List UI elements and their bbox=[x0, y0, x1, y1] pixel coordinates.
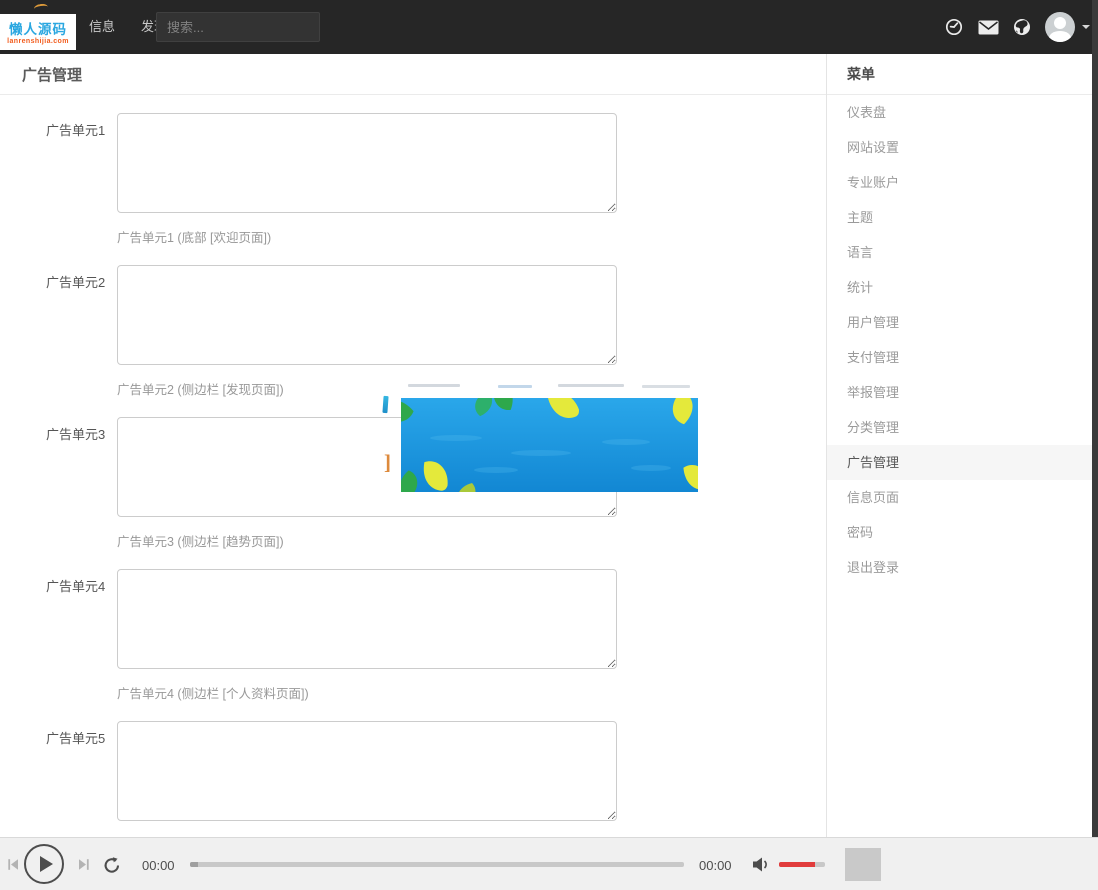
previous-track-icon[interactable] bbox=[7, 858, 20, 876]
volume-fill bbox=[779, 862, 815, 867]
progress-bar[interactable] bbox=[190, 862, 684, 867]
site-logo[interactable]: 懒人源码 lanrenshijia.com bbox=[0, 14, 76, 50]
progress-played bbox=[190, 862, 198, 867]
sidebar-item[interactable]: 仪表盘 bbox=[827, 95, 1092, 130]
sidebar-item[interactable]: 广告管理 bbox=[827, 445, 1092, 480]
sidebar-items: 仪表盘 网站设置 专业账户 主题 语言 统计 用户管理 支付管理 举报管理 分类… bbox=[827, 95, 1092, 585]
field-label: 广告单元1 bbox=[46, 113, 110, 246]
sidebar-item-label: 信息页面 bbox=[847, 490, 899, 505]
sidebar-item-label: 密码 bbox=[847, 525, 873, 540]
sidebar-item-label: 支付管理 bbox=[847, 350, 899, 365]
play-button[interactable] bbox=[24, 844, 64, 884]
sidebar-item[interactable]: 语言 bbox=[827, 235, 1092, 270]
sidebar-item-label: 主题 bbox=[847, 210, 873, 225]
album-art-placeholder bbox=[845, 848, 881, 881]
field-hint: 广告单元3 (侧边栏 [趋势页面]) bbox=[117, 531, 617, 550]
sidebar-item[interactable]: 用户管理 bbox=[827, 305, 1092, 340]
page-title-bar: 广告管理 bbox=[0, 54, 826, 95]
caret-down-icon[interactable] bbox=[1082, 25, 1090, 33]
volume-bar[interactable] bbox=[779, 862, 825, 867]
audio-player: 00:00 00:00 bbox=[0, 837, 1098, 890]
globe-icon[interactable] bbox=[1005, 0, 1039, 54]
sidebar-item-label: 举报管理 bbox=[847, 385, 899, 400]
volume-icon[interactable] bbox=[752, 857, 771, 877]
field-label: 广告单元5 bbox=[46, 721, 110, 854]
logo-swirl-icon bbox=[34, 3, 49, 13]
avatar[interactable] bbox=[1045, 12, 1075, 42]
sidebar-item-label: 网站设置 bbox=[847, 140, 899, 155]
clock-icon[interactable] bbox=[937, 0, 971, 54]
logo-subtitle: lanrenshijia.com bbox=[0, 38, 76, 45]
sidebar-item[interactable]: 密码 bbox=[827, 515, 1092, 550]
sidebar-item-label: 用户管理 bbox=[847, 315, 899, 330]
sidebar-item[interactable]: 专业账户 bbox=[827, 165, 1092, 200]
avatar-head bbox=[1054, 17, 1066, 29]
field-label: 广告单元3 bbox=[46, 417, 110, 550]
sidebar-item[interactable]: 统计 bbox=[827, 270, 1092, 305]
form-field: 广告单元4 广告单元4 (侧边栏 [个人资料页面]) bbox=[46, 569, 826, 702]
sidebar-item[interactable]: 分类管理 bbox=[827, 410, 1092, 445]
sidebar-item-label: 仪表盘 bbox=[847, 105, 886, 120]
ad-unit-textarea-5[interactable] bbox=[117, 721, 617, 821]
form-field: 广告单元2 广告单元2 (侧边栏 [发现页面]) bbox=[46, 265, 826, 398]
sidebar-item[interactable]: 举报管理 bbox=[827, 375, 1092, 410]
ad-banner-image[interactable] bbox=[401, 398, 698, 492]
topbar-actions bbox=[937, 0, 1092, 54]
avatar-body bbox=[1049, 31, 1071, 42]
duration-time: 00:00 bbox=[699, 858, 732, 873]
page-title: 广告管理 bbox=[22, 64, 82, 85]
sidebar-item[interactable]: 主题 bbox=[827, 200, 1092, 235]
sidebar-menu: 菜单 仪表盘 网站设置 专业账户 主题 语言 统计 用户管理 支付管理 举报管理… bbox=[826, 54, 1092, 837]
ad-unit-textarea-1[interactable] bbox=[117, 113, 617, 213]
repeat-icon[interactable] bbox=[102, 855, 122, 880]
search-input[interactable] bbox=[156, 12, 320, 42]
search-box bbox=[156, 12, 320, 42]
form-field: 广告单元5 广告单元5 (侧边栏 [音频 & 播放列表页面]) bbox=[46, 721, 826, 854]
form-field: 广告单元1 广告单元1 (底部 [欢迎页面]) bbox=[46, 113, 826, 246]
play-icon bbox=[40, 856, 53, 872]
field-control: 广告单元4 (侧边栏 [个人资料页面]) bbox=[117, 569, 617, 702]
field-hint: 广告单元4 (侧边栏 [个人资料页面]) bbox=[117, 683, 617, 702]
sidebar-item[interactable]: 信息页面 bbox=[827, 480, 1092, 515]
current-time: 00:00 bbox=[142, 858, 175, 873]
field-control: 广告单元5 (侧边栏 [音频 & 播放列表页面]) bbox=[117, 721, 617, 854]
field-label: 广告单元2 bbox=[46, 265, 110, 398]
sidebar-item[interactable]: 支付管理 bbox=[827, 340, 1092, 375]
sidebar-item[interactable]: 网站设置 bbox=[827, 130, 1092, 165]
topbar: 懒人源码 lanrenshijia.com 信息 发现 bbox=[0, 0, 1098, 54]
mail-icon[interactable] bbox=[971, 0, 1005, 54]
sidebar-item-label: 语言 bbox=[847, 245, 873, 260]
sidebar-item-label: 退出登录 bbox=[847, 560, 899, 575]
field-control: 广告单元2 (侧边栏 [发现页面]) bbox=[117, 265, 617, 398]
sidebar-item-label: 专业账户 bbox=[847, 175, 899, 190]
ad-unit-textarea-4[interactable] bbox=[117, 569, 617, 669]
top-nav-item[interactable]: 信息 bbox=[76, 0, 128, 54]
field-hint: 广告单元1 (底部 [欢迎页面]) bbox=[117, 227, 617, 246]
sidebar-item-label: 广告管理 bbox=[847, 455, 899, 470]
sidebar-title: 菜单 bbox=[827, 54, 1092, 95]
ad-unit-textarea-2[interactable] bbox=[117, 265, 617, 365]
sidebar-item[interactable]: 退出登录 bbox=[827, 550, 1092, 585]
scrollbar-track[interactable] bbox=[1092, 0, 1098, 837]
logo-title: 懒人源码 bbox=[0, 14, 76, 38]
next-track-icon[interactable] bbox=[77, 858, 90, 876]
field-label: 广告单元4 bbox=[46, 569, 110, 702]
sidebar-item-label: 统计 bbox=[847, 280, 873, 295]
field-control: 广告单元1 (底部 [欢迎页面]) bbox=[117, 113, 617, 246]
field-hint: 广告单元2 (侧边栏 [发现页面]) bbox=[117, 379, 617, 398]
sidebar-item-label: 分类管理 bbox=[847, 420, 899, 435]
top-nav-label: 信息 bbox=[89, 19, 115, 34]
